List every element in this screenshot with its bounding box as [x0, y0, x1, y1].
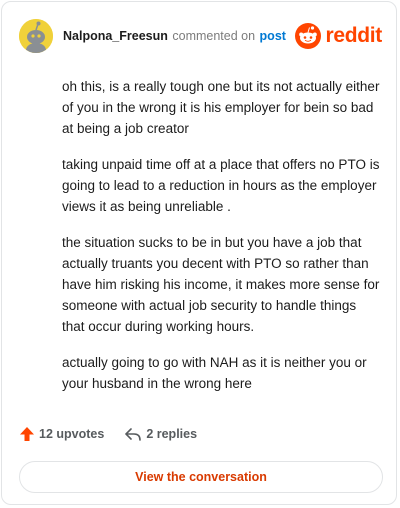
replies-count: 2 replies [146, 427, 198, 441]
upvotes-stat[interactable]: 12 upvotes [19, 426, 104, 442]
comment-paragraph: oh this, is a really tough one but its n… [62, 79, 380, 136]
comment-paragraph: the situation sucks to be in but you hav… [62, 235, 380, 334]
byline: Nalpona_Freesun commented on post [63, 29, 295, 43]
username-link[interactable]: Nalpona_Freesun [63, 29, 168, 43]
post-link[interactable]: post [260, 29, 286, 43]
reddit-wordmark: reddit [325, 24, 382, 47]
comment-paragraph: actually going to go with NAH as it is n… [62, 355, 367, 391]
view-conversation-button[interactable]: View the conversation [19, 461, 383, 493]
reply-arrow-icon [125, 428, 142, 441]
reddit-logo-icon [295, 23, 322, 49]
comment-header: Nalpona_Freesun commented on post reddit [19, 19, 382, 53]
replies-stat[interactable]: 2 replies [124, 426, 197, 442]
upvotes-count: 12 upvotes [39, 427, 105, 441]
comment-paragraph: taking unpaid time off at a place that o… [62, 157, 380, 214]
upvote-arrow-icon [20, 427, 34, 441]
comment-footer: 12 upvotes 2 replies [19, 426, 197, 442]
snoo-avatar-icon[interactable] [19, 19, 53, 53]
comment-card: Nalpona_Freesun commented on post reddit… [1, 1, 397, 505]
byline-verb: commented on [172, 29, 256, 43]
reddit-logo[interactable]: reddit [295, 23, 382, 49]
comment-body: oh this, is a really tough one but its n… [62, 76, 380, 409]
